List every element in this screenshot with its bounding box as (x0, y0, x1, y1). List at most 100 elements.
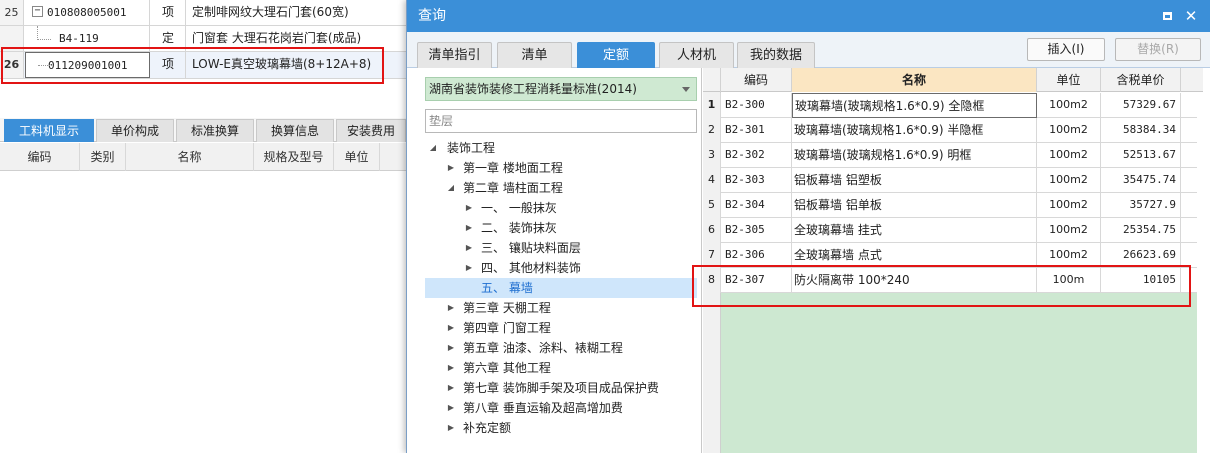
table-row[interactable]: 8 B2-307 防火隔离带 100*240 100m 10105 (703, 268, 1197, 293)
tree-node-ch8[interactable]: ▶ 第八章 垂直运输及超高增加费 (425, 398, 697, 418)
tree-node-ch2[interactable]: ◢ 第二章 墙柱面工程 (425, 178, 697, 198)
tree-line (38, 65, 52, 66)
cell-unit: 100m (1037, 268, 1101, 293)
collapsed-arrow-icon[interactable]: ▶ (463, 238, 475, 258)
row-number: 7 (703, 243, 721, 268)
tab-quota[interactable]: 定额 (577, 42, 655, 68)
table-row[interactable]: 1 B2-300 玻璃幕墙(玻璃规格1.6*0.9) 全隐框 100m2 573… (703, 93, 1197, 118)
tree-node-ch1[interactable]: ▶ 第一章 楼地面工程 (425, 158, 697, 178)
standard-select-value: 湖南省装饰装修工程消耗量标准(2014) (429, 82, 637, 96)
tree-node-label: 第八章 垂直运输及超高增加费 (463, 401, 623, 415)
tab-conversion-info[interactable]: 换算信息 (256, 119, 334, 142)
row-code: − 010808005001 (25, 0, 150, 25)
tree-node-sec1[interactable]: ▶ 一、 一般抹灰 (425, 198, 697, 218)
tree-node-sec4[interactable]: ▶ 四、 其他材料装饰 (425, 258, 697, 278)
col-spec: 规格及型号 (254, 143, 334, 171)
collapsed-arrow-icon[interactable]: ▶ (445, 338, 457, 358)
tab-install-fee[interactable]: 安装费用 (336, 119, 406, 142)
tree-node-label: 第二章 墙柱面工程 (463, 181, 563, 195)
header-name[interactable]: 名称 (792, 68, 1037, 92)
row-code-text: 011209001001 (48, 59, 128, 72)
close-icon[interactable]: ✕ (1183, 8, 1199, 24)
cell-price: 35727.9 (1101, 193, 1181, 218)
tree-node-sec3[interactable]: ▶ 三、 镶贴块料面层 (425, 238, 697, 258)
collapse-icon[interactable]: − (32, 6, 43, 17)
header-price[interactable]: 含税单价 (1101, 68, 1181, 92)
cell-unit: 100m2 (1037, 193, 1101, 218)
collapsed-arrow-icon[interactable]: ▶ (463, 258, 475, 278)
table-row[interactable]: 6 B2-305 全玻璃幕墙 挂式 100m2 25354.75 (703, 218, 1197, 243)
table-row[interactable]: 2 B2-301 玻璃幕墙(玻璃规格1.6*0.9) 半隐框 100m2 583… (703, 118, 1197, 143)
cell-name: 玻璃幕墙(玻璃规格1.6*0.9) 全隐框 (792, 93, 1037, 118)
col-unit: 单位 (334, 143, 380, 171)
tab-unit-price[interactable]: 单价构成 (96, 119, 174, 142)
row-number: 26 (0, 52, 24, 78)
tree-node-sec5-selected[interactable]: 五、 幕墙 (425, 278, 697, 298)
tree-node-label: 装饰工程 (447, 141, 496, 155)
insert-button[interactable]: 插入(I) (1027, 38, 1105, 61)
collapsed-arrow-icon[interactable]: ▶ (463, 218, 475, 238)
grid-row-26[interactable]: 26 011209001001 项 LOW-E真空玻璃幕墙(8+12A+8) (0, 52, 406, 79)
collapsed-arrow-icon[interactable]: ▶ (463, 198, 475, 218)
collapsed-arrow-icon[interactable]: ▶ (445, 378, 457, 398)
collapsed-arrow-icon[interactable]: ▶ (445, 418, 457, 438)
tree-node-supplement[interactable]: ▶ 补充定额 (425, 418, 697, 438)
header-unit[interactable]: 单位 (1037, 68, 1101, 92)
tree-node-ch5[interactable]: ▶ 第五章 油漆、涂料、裱糊工程 (425, 338, 697, 358)
cell-unit: 100m2 (1037, 118, 1101, 143)
tree-node-ch4[interactable]: ▶ 第四章 门窗工程 (425, 318, 697, 338)
tree-node-label: 五、 幕墙 (481, 281, 533, 295)
tree-node-sec2[interactable]: ▶ 二、 装饰抹灰 (425, 218, 697, 238)
cell-name: 铝板幕墙 铝塑板 (792, 168, 1037, 193)
dialog-title: 查询 (418, 8, 446, 24)
row-number: 6 (703, 218, 721, 243)
row-code: 011209001001 (25, 52, 150, 78)
table-row[interactable]: 7 B2-306 全玻璃幕墙 点式 100m2 26623.69 (703, 243, 1197, 268)
cell-name: 全玻璃幕墙 点式 (792, 243, 1037, 268)
dialog-title-bar[interactable]: 查询 ✕ (407, 0, 1210, 32)
tree-node-ch6[interactable]: ▶ 第六章 其他工程 (425, 358, 697, 378)
pane-splitter[interactable] (701, 68, 702, 453)
collapsed-arrow-icon[interactable]: ▶ (445, 358, 457, 378)
bottom-column-header: 编码 类别 名称 规格及型号 单位 (0, 143, 406, 171)
tree-node-decoration[interactable]: ◢ 装饰工程 (425, 138, 697, 158)
tree-node-ch7[interactable]: ▶ 第七章 装饰脚手架及项目成品保护费 (425, 378, 697, 398)
cell-code: B2-305 (721, 218, 792, 243)
standard-select[interactable]: 湖南省装饰装修工程消耗量标准(2014) (425, 77, 697, 101)
replace-button[interactable]: 替换(R) (1115, 38, 1201, 61)
header-code[interactable]: 编码 (721, 68, 792, 92)
table-row[interactable]: 3 B2-302 玻璃幕墙(玻璃规格1.6*0.9) 明框 100m2 5251… (703, 143, 1197, 168)
grid-row-25[interactable]: 25 − 010808005001 项 定制啡网纹大理石门套(60宽) (0, 0, 406, 26)
query-dialog: 查询 ✕ 清单指引 清单 定额 人材机 我的数据 插入(I) 替换(R) 湖南省… (406, 0, 1210, 453)
collapsed-arrow-icon[interactable]: ▶ (445, 158, 457, 178)
collapsed-arrow-icon[interactable]: ▶ (445, 298, 457, 318)
cell-price: 26623.69 (1101, 243, 1181, 268)
collapsed-arrow-icon[interactable]: ▶ (445, 398, 457, 418)
tab-bill[interactable]: 清单 (497, 42, 572, 68)
tab-standard-conversion[interactable]: 标准换算 (176, 119, 254, 142)
row-type: 项 (151, 0, 186, 25)
grid-row-sub[interactable]: B4-119 定 门窗套 大理石花岗岩门套(成品) (0, 26, 406, 52)
dropdown-arrow-icon[interactable] (682, 87, 690, 92)
tab-labor-material[interactable]: 工料机显示 (4, 119, 94, 142)
expanded-arrow-icon[interactable]: ◢ (445, 178, 457, 198)
table-row[interactable]: 4 B2-303 铝板幕墙 铝塑板 100m2 35475.74 (703, 168, 1197, 193)
cell-unit: 100m2 (1037, 168, 1101, 193)
tab-bill-guide[interactable]: 清单指引 (417, 42, 492, 68)
quota-table: 编码 名称 单位 含税单价 1 B2-300 玻璃幕墙(玻璃规格1.6*0.9)… (703, 68, 1203, 453)
tree-node-label: 第七章 装饰脚手架及项目成品保护费 (463, 381, 659, 395)
tree-node-label: 第六章 其他工程 (463, 361, 551, 375)
expanded-arrow-icon[interactable]: ◢ (427, 138, 439, 158)
tab-labor-material-machine[interactable]: 人材机 (659, 42, 734, 68)
maximize-icon[interactable] (1159, 8, 1175, 24)
tree-node-ch3[interactable]: ▶ 第三章 天棚工程 (425, 298, 697, 318)
collapsed-arrow-icon[interactable]: ▶ (445, 318, 457, 338)
search-input[interactable]: 垫层 (425, 109, 697, 133)
tree-line (37, 26, 38, 40)
row-number: 4 (703, 168, 721, 193)
cell-unit: 100m2 (1037, 143, 1101, 168)
tab-my-data[interactable]: 我的数据 (737, 42, 815, 68)
cell-unit: 100m2 (1037, 218, 1101, 243)
table-row[interactable]: 5 B2-304 铝板幕墙 铝单板 100m2 35727.9 (703, 193, 1197, 218)
cell-code: B2-304 (721, 193, 792, 218)
